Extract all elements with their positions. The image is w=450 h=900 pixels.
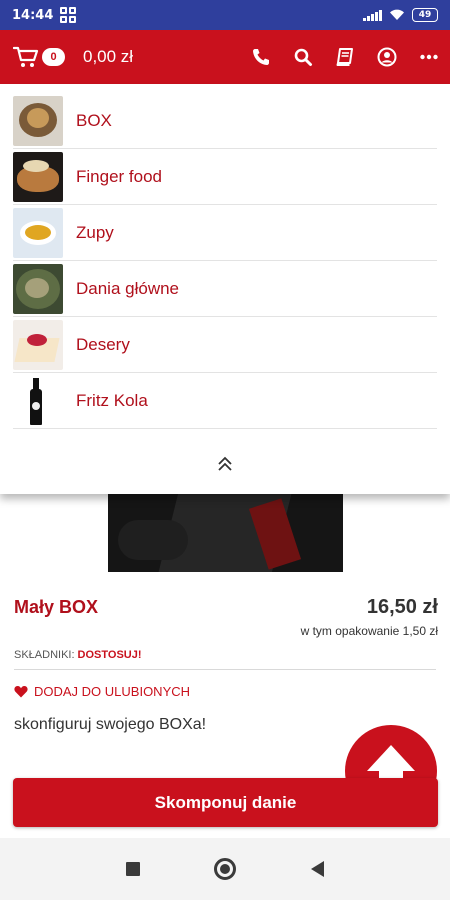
account-button[interactable]: [366, 30, 408, 84]
cart-total: 0,00 zł: [83, 47, 134, 66]
search-button[interactable]: [282, 30, 324, 84]
add-to-favorites-button[interactable]: DODAJ DO ULUBIONYCH: [14, 684, 190, 699]
status-time: 14:44: [12, 7, 54, 23]
compose-dish-button[interactable]: Skomponuj danie: [13, 778, 438, 827]
app-screen: 14:44 49 0 0,00 zł Mały BOX 16,50 zł w t…: [0, 0, 450, 900]
wifi-icon: [390, 9, 404, 20]
category-dropdown: BOX Finger food Zupy Dania główne Desery…: [0, 84, 450, 494]
category-item-desery[interactable]: Desery: [0, 317, 450, 373]
category-item-fritz-kola[interactable]: Fritz Kola: [0, 373, 450, 429]
category-item-finger-food[interactable]: Finger food: [0, 149, 450, 205]
app-bar-actions: [240, 30, 450, 84]
ingredients-label: SKŁADNIKI:: [14, 649, 75, 661]
product-price: 16,50 zł: [366, 596, 438, 618]
chevron-double-up-icon: [218, 456, 232, 471]
box-thumbnail: [13, 96, 63, 146]
soup-thumbnail: [13, 208, 63, 258]
search-icon: [294, 48, 312, 66]
menu-book-button[interactable]: [324, 30, 366, 84]
category-item-zupy[interactable]: Zupy: [0, 205, 450, 261]
category-label: Desery: [76, 335, 130, 354]
account-icon: [377, 47, 397, 67]
product-description: skonfiguruj swojego BOXa!: [14, 716, 207, 733]
notification-app-icon: [60, 7, 77, 23]
phone-button[interactable]: [240, 30, 282, 84]
signal-icon: [363, 9, 382, 21]
phone-icon: [253, 49, 269, 65]
back-button[interactable]: [271, 861, 363, 877]
app-bar: 0 0,00 zł: [0, 30, 450, 84]
finger-food-thumbnail: [13, 152, 63, 202]
main-dish-thumbnail: [13, 264, 63, 314]
recents-icon: [126, 862, 140, 876]
system-nav-bar: [0, 838, 450, 900]
book-icon: [336, 48, 353, 66]
recents-button[interactable]: [87, 862, 179, 876]
cart-count-badge: 0: [42, 48, 65, 66]
cart-icon: [13, 46, 39, 67]
battery-indicator: 49: [412, 8, 438, 22]
divider: [14, 669, 436, 670]
ingredients-row: SKŁADNIKI: DOSTOSUJ!: [14, 649, 142, 661]
home-button[interactable]: [179, 858, 271, 880]
fritz-kola-bottle-thumbnail: [13, 376, 63, 426]
packaging-note: w tym opakowanie 1,50 zł: [300, 624, 438, 638]
favorite-label: DODAJ DO ULUBIONYCH: [34, 684, 191, 699]
category-label: Zupy: [76, 223, 114, 242]
category-item-dania-glowne[interactable]: Dania główne: [0, 261, 450, 317]
status-bar: 14:44 49: [0, 0, 450, 30]
collapse-menu-button[interactable]: [0, 434, 450, 494]
category-label: Fritz Kola: [76, 391, 148, 410]
product-name: Mały BOX: [14, 597, 99, 617]
more-button[interactable]: [408, 30, 450, 84]
home-icon: [214, 858, 236, 880]
category-label: Dania główne: [76, 279, 180, 298]
more-icon: [420, 54, 438, 60]
category-label: BOX: [76, 111, 112, 130]
category-item-box[interactable]: BOX: [0, 93, 450, 149]
category-label: Finger food: [76, 167, 162, 186]
dessert-thumbnail: [13, 320, 63, 370]
back-icon: [310, 861, 324, 877]
cart-button[interactable]: 0: [13, 45, 65, 69]
heart-icon: [14, 686, 28, 698]
customize-link[interactable]: DOSTOSUJ!: [78, 649, 142, 661]
status-indicators: 49: [363, 8, 438, 22]
